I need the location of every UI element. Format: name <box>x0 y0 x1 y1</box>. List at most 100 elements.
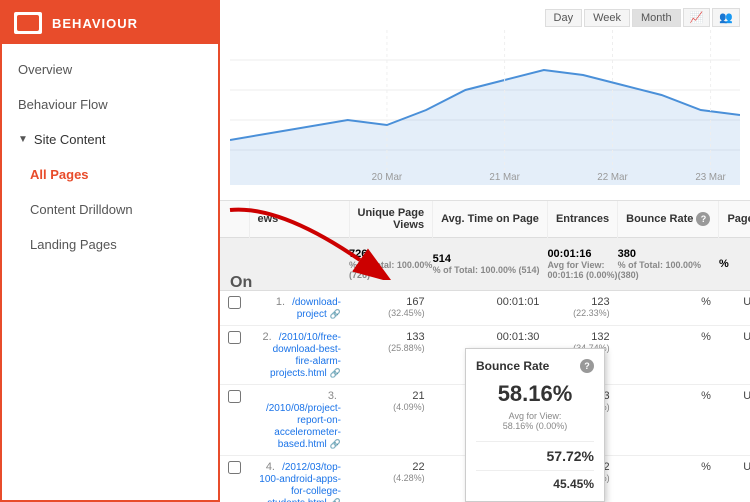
th-unique-label: Unique PageViews <box>358 207 425 231</box>
bounce-row1: 57.72% <box>476 448 594 464</box>
table-row: 1. /download-project 🔗 167 (32.45%) 00:0… <box>220 291 750 326</box>
expand-arrow-icon: ▼ <box>18 134 28 145</box>
row-page-2: 3. /2010/08/project-report-on-accelerome… <box>249 385 349 456</box>
row-pagevalue-1: US$0.00 (0.00%) <box>719 326 750 385</box>
on-label: On <box>230 274 252 292</box>
row-checkbox-0[interactable] <box>220 291 249 326</box>
th-pagevalue-label: Page Value <box>727 213 750 225</box>
row-icon-3[interactable]: 🔗 <box>330 498 341 502</box>
th-bouncerate-label: Bounce Rate ? <box>626 213 710 225</box>
row-num-1: 2. <box>262 331 271 343</box>
line-chart-icon-button[interactable]: 📈 <box>683 8 711 27</box>
row-bounce-1: % <box>618 326 719 385</box>
bounce-popup-header: Bounce Rate ? <box>476 359 594 373</box>
bounce-avg-value: 58.16% (0.00%) <box>503 421 568 431</box>
main-container: BEHAVIOUR Overview Behaviour Flow ▼ Site… <box>0 0 750 502</box>
row-pv-sub-0: (0.00%) <box>727 308 750 318</box>
row-checkbox-input-1[interactable] <box>228 331 241 344</box>
row-avgtime-0: 00:01:01 <box>433 291 548 326</box>
row-bounce-2: % <box>618 385 719 456</box>
total-bounce-pct: % <box>719 258 729 270</box>
people-icon-button[interactable]: 👥 <box>712 8 740 27</box>
line-chart: 20 Mar 21 Mar 22 Mar 23 Mar <box>230 30 740 185</box>
total-pageviews: 726 % of Total: 100.00% (726) <box>349 238 433 291</box>
th-bounce-rate[interactable]: Bounce Rate ? <box>618 201 719 238</box>
row-entrances-pct-0: (22.33%) <box>555 308 609 318</box>
row-num-2: 3. <box>328 390 337 402</box>
svg-text:21 Mar: 21 Mar <box>489 172 520 183</box>
row-pagevalue-2: US$0.00 (0.00%) <box>719 385 750 456</box>
row-num-3: 4. <box>266 461 275 473</box>
row-unique-pct-0: (32.45%) <box>357 308 425 318</box>
sidebar-item-site-content[interactable]: ▼ Site Content <box>2 122 218 157</box>
total-avgtime-sub: Avg for View: 00:01:16 (0.00%) <box>547 260 617 280</box>
row-num-0: 1. <box>276 296 285 308</box>
bounce-popup-title: Bounce Rate <box>476 359 549 373</box>
th-pages[interactable]: ews <box>249 201 349 238</box>
sidebar-item-label: All Pages <box>30 167 89 182</box>
total-avgtime-value: 00:01:16 <box>547 248 591 260</box>
th-avg-time[interactable]: Avg. Time on Page <box>433 201 548 238</box>
help-icon[interactable]: ? <box>696 212 710 226</box>
th-unique-pageviews[interactable]: Unique PageViews <box>349 201 433 238</box>
row-checkbox-input-2[interactable] <box>228 390 241 403</box>
row-pagevalue-3: US$0.00 (0.00%) <box>719 456 750 502</box>
row-icon-1[interactable]: 🔗 <box>330 368 341 378</box>
sidebar-item-landing-pages[interactable]: Landing Pages <box>2 227 218 262</box>
svg-text:23 Mar: 23 Mar <box>695 172 726 183</box>
total-unique-value: 514 <box>433 253 451 265</box>
day-button[interactable]: Day <box>545 9 583 27</box>
bounce-divider <box>476 441 594 442</box>
chart-area: Day Week Month 📈 👥 20 Mar 21 Mar <box>220 0 750 200</box>
sidebar-item-label: Content Drilldown <box>30 202 133 217</box>
sidebar-item-all-pages[interactable]: All Pages <box>2 157 218 192</box>
week-button[interactable]: Week <box>584 9 630 27</box>
svg-text:20 Mar: 20 Mar <box>372 172 403 183</box>
sidebar-item-overview[interactable]: Overview <box>2 52 218 87</box>
row-icon-2[interactable]: 🔗 <box>330 439 341 449</box>
th-page-value[interactable]: Page Value <box>719 201 750 238</box>
row-icon-0[interactable]: 🔗 <box>330 309 341 319</box>
row-unique-pct-2: (4.09%) <box>357 402 425 412</box>
month-button[interactable]: Month <box>632 9 681 27</box>
row-checkbox-input-0[interactable] <box>228 296 241 309</box>
total-entrances-pct: % of Total: 100.00% (380) <box>618 260 719 280</box>
total-bouncerate: % <box>719 238 750 291</box>
row-checkbox-1[interactable] <box>220 326 249 385</box>
sidebar-nav: Overview Behaviour Flow ▼ Site Content A… <box>2 44 218 270</box>
bounce-row2: 45.45% <box>476 477 594 491</box>
row-pv-sub-3: (0.00%) <box>727 473 750 483</box>
row-bounce-0: % <box>618 291 719 326</box>
th-entrances[interactable]: Entrances <box>547 201 617 238</box>
row-checkbox-3[interactable] <box>220 456 249 502</box>
sidebar-item-content-drilldown[interactable]: Content Drilldown <box>2 192 218 227</box>
row-pv-sub-2: (0.00%) <box>727 402 750 412</box>
row-page-0: 1. /download-project 🔗 <box>249 291 349 326</box>
row-bounce-3: % <box>618 456 719 502</box>
bounce-help-icon[interactable]: ? <box>580 359 594 373</box>
row-unique-1: 133 (25.88%) <box>349 326 433 385</box>
total-avgtime: 00:01:16 Avg for View: 00:01:16 (0.00%) <box>547 238 617 291</box>
sidebar-title: BEHAVIOUR <box>52 16 138 31</box>
row-unique-2: 21 (4.09%) <box>349 385 433 456</box>
row-page-1: 2. /2010/10/free-download-best-fire-alar… <box>249 326 349 385</box>
svg-text:22 Mar: 22 Mar <box>597 172 628 183</box>
th-avgtime-label: Avg. Time on Page <box>441 213 539 225</box>
sidebar-item-label: Landing Pages <box>30 237 117 252</box>
table-area: ews Unique PageViews Avg. Time on Page E… <box>220 200 750 502</box>
row-page-3: 4. /2012/03/top-100-android-apps-for-col… <box>249 456 349 502</box>
sidebar-item-label: Site Content <box>34 132 106 147</box>
total-pv-pct: % of Total: 100.00% (726) <box>349 260 433 280</box>
bounce-avg-label: Avg for View: <box>509 411 562 421</box>
sidebar: BEHAVIOUR Overview Behaviour Flow ▼ Site… <box>0 0 220 502</box>
th-pages-label: ews <box>258 213 279 225</box>
sidebar-header: BEHAVIOUR <box>2 2 218 44</box>
content-area: Day Week Month 📈 👥 20 Mar 21 Mar <box>220 0 750 502</box>
th-checkbox <box>220 201 249 238</box>
sidebar-item-label: Overview <box>18 62 72 77</box>
row-checkbox-input-3[interactable] <box>228 461 241 474</box>
total-label-cell <box>249 238 349 291</box>
row-unique-0: 167 (32.45%) <box>349 291 433 326</box>
sidebar-item-behaviour-flow[interactable]: Behaviour Flow <box>2 87 218 122</box>
row-checkbox-2[interactable] <box>220 385 249 456</box>
